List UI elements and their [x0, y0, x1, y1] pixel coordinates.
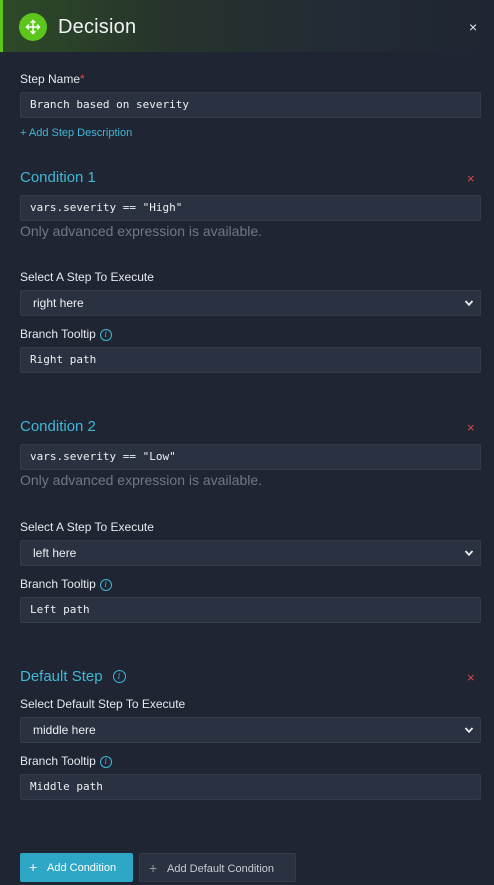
condition-1-hint: Only advanced expression is available. — [20, 223, 263, 239]
condition-2-select-label: Select A Step To Execute — [20, 520, 154, 534]
condition-1-step-value: right here — [33, 296, 84, 310]
chevron-down-icon — [464, 727, 474, 734]
panel-header: Decision × — [0, 0, 494, 52]
plus-icon: + — [29, 859, 38, 875]
condition-1-step-select[interactable]: right here — [20, 290, 481, 316]
condition-2-expression-input[interactable]: vars.severity == "Low" — [20, 444, 481, 470]
condition-2-tooltip-input[interactable]: Left path — [20, 597, 481, 623]
plus-icon: + — [149, 860, 158, 876]
condition-2-step-value: left here — [33, 546, 77, 560]
condition-1-expression-input[interactable]: vars.severity == "High" — [20, 195, 481, 221]
chevron-down-icon — [464, 550, 474, 557]
condition-2-hint: Only advanced expression is available. — [20, 472, 263, 488]
required-mark: * — [80, 72, 85, 86]
step-name-label: Step Name* — [20, 72, 85, 86]
panel-title: Decision — [58, 16, 137, 38]
add-default-condition-button[interactable]: + Add Default Condition — [139, 853, 296, 882]
condition-1-tooltip-label: Branch Tooltip i — [20, 327, 112, 341]
info-icon[interactable]: i — [112, 670, 126, 683]
add-condition-button[interactable]: + Add Condition — [20, 853, 133, 882]
add-default-condition-label: Add Default Condition — [167, 863, 275, 875]
condition-2-title: Condition 2 — [20, 418, 96, 435]
remove-condition-2-icon[interactable]: × — [467, 420, 475, 435]
info-icon[interactable]: i — [99, 329, 112, 341]
condition-1-select-label: Select A Step To Execute — [20, 270, 154, 284]
default-step-select-label: Select Default Step To Execute — [20, 697, 186, 711]
remove-default-step-icon[interactable]: × — [467, 670, 475, 685]
chevron-down-icon — [464, 300, 474, 307]
default-step-value: middle here — [33, 723, 96, 737]
default-step-select[interactable]: middle here — [20, 717, 481, 743]
condition-1-tooltip-input[interactable]: Right path — [20, 347, 481, 373]
info-icon[interactable]: i — [99, 756, 112, 768]
default-step-title: Default Step i — [20, 668, 126, 685]
close-icon[interactable]: × — [469, 19, 477, 35]
add-step-description-link[interactable]: + Add Step Description — [20, 127, 132, 139]
info-icon[interactable]: i — [99, 579, 112, 591]
step-name-input[interactable]: Branch based on severity — [20, 92, 481, 118]
condition-2-step-select[interactable]: left here — [20, 540, 481, 566]
default-step-tooltip-input[interactable]: Middle path — [20, 774, 481, 800]
add-condition-label: Add Condition — [47, 862, 117, 874]
default-step-tooltip-label: Branch Tooltip i — [20, 754, 112, 768]
condition-2-tooltip-label: Branch Tooltip i — [20, 577, 112, 591]
remove-condition-1-icon[interactable]: × — [467, 171, 475, 186]
condition-1-title: Condition 1 — [20, 169, 96, 186]
decision-icon — [19, 13, 47, 41]
